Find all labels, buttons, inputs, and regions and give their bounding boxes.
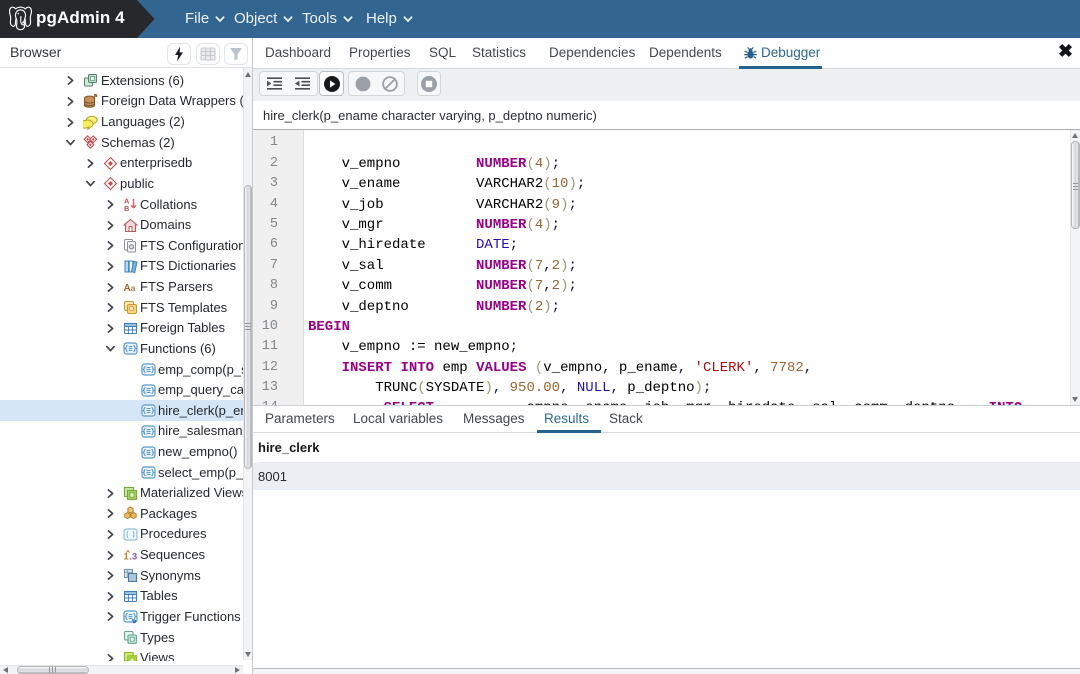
svg-text:A: A — [124, 283, 131, 294]
svg-text:a: a — [131, 283, 136, 293]
svg-text:B: B — [124, 204, 129, 212]
svg-text:.3: .3 — [129, 551, 137, 562]
